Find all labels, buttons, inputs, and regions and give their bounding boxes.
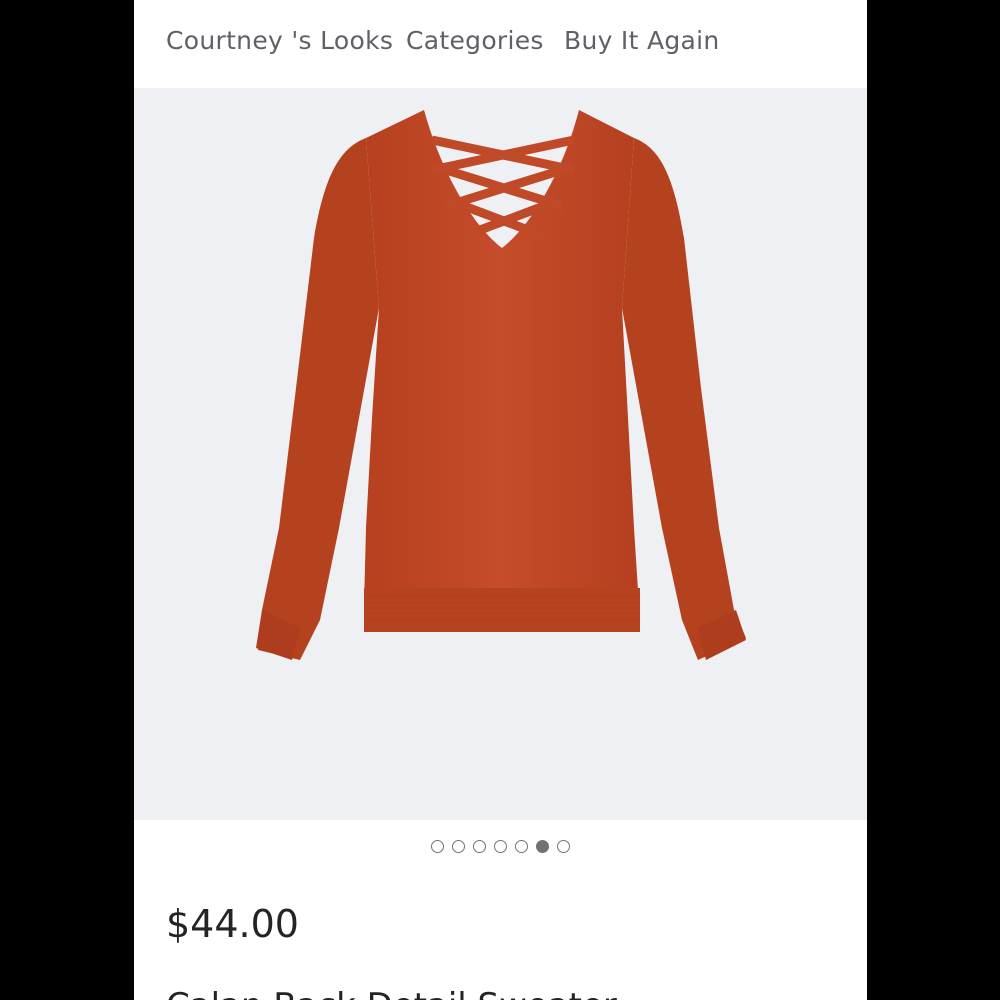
sweater-right-sleeve xyxy=(622,138,746,660)
product-price: $44.00 xyxy=(166,902,299,946)
carousel-dots xyxy=(134,836,867,858)
nav-tab-looks[interactable]: Courtney 's Looks xyxy=(166,26,393,55)
carousel-dot[interactable] xyxy=(557,840,570,853)
product-page: Courtney 's Looks Categories Buy It Agai… xyxy=(134,0,867,1000)
sweater-left-sleeve xyxy=(258,138,379,660)
sweater-hem xyxy=(364,588,640,632)
top-nav: Courtney 's Looks Categories Buy It Agai… xyxy=(134,0,867,88)
product-name: Calan Back Detail Sweater xyxy=(166,986,617,1000)
nav-tab-categories[interactable]: Categories xyxy=(406,26,544,55)
carousel-dot[interactable] xyxy=(494,840,507,853)
carousel-dot[interactable] xyxy=(515,840,528,853)
carousel-dot[interactable] xyxy=(431,840,444,853)
letterbox-left xyxy=(0,0,134,1000)
nav-tab-buy-again[interactable]: Buy It Again xyxy=(564,26,720,55)
letterbox-right xyxy=(867,0,1000,1000)
carousel-dot[interactable] xyxy=(536,840,549,853)
product-image[interactable] xyxy=(134,88,867,820)
carousel-dot[interactable] xyxy=(473,840,486,853)
sweater-image xyxy=(256,110,746,660)
carousel-dot[interactable] xyxy=(452,840,465,853)
